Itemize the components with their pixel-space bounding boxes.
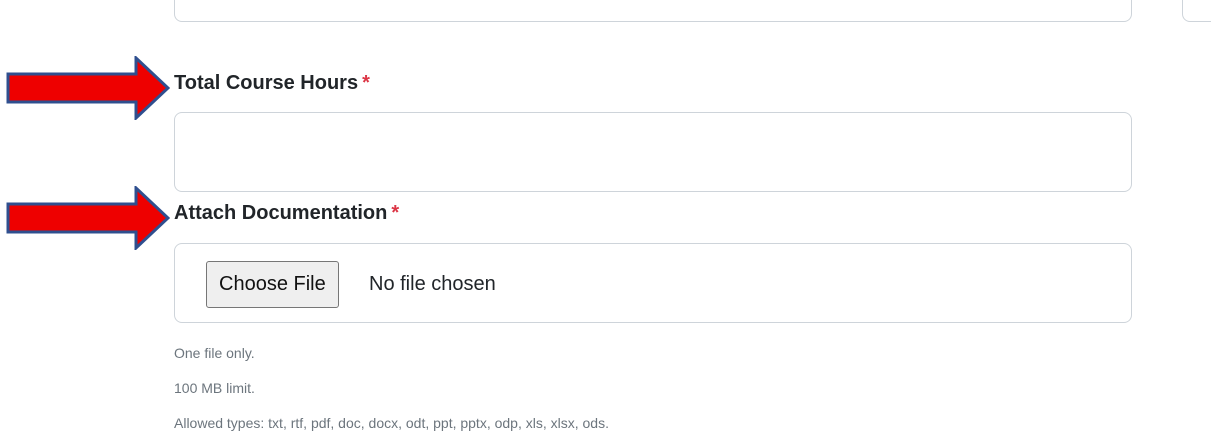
help-text-file-count: One file only. [174,345,255,361]
file-upload-field: Choose File No file chosen [174,243,1132,323]
help-text-size-limit: 100 MB limit. [174,380,255,396]
attach-documentation-label: Attach Documentation * [174,202,399,225]
attach-documentation-label-text: Attach Documentation [174,202,388,224]
required-asterisk: * [391,202,400,224]
previous-field-side-input[interactable] [1182,0,1211,22]
total-course-hours-label-text: Total Course Hours [174,72,359,94]
required-asterisk: * [362,72,370,94]
right-arrow-icon [6,56,170,120]
total-course-hours-label: Total Course Hours * [174,72,370,95]
total-course-hours-input[interactable] [174,112,1132,192]
file-status-text: No file chosen [369,273,496,295]
right-arrow-icon [6,186,170,250]
form-page: Total Course Hours * Attach Documentation… [0,0,1211,444]
previous-field-input[interactable] [174,0,1132,22]
help-text-allowed-types: Allowed types: txt, rtf, pdf, doc, docx,… [174,415,609,431]
choose-file-button[interactable]: Choose File [206,261,339,308]
